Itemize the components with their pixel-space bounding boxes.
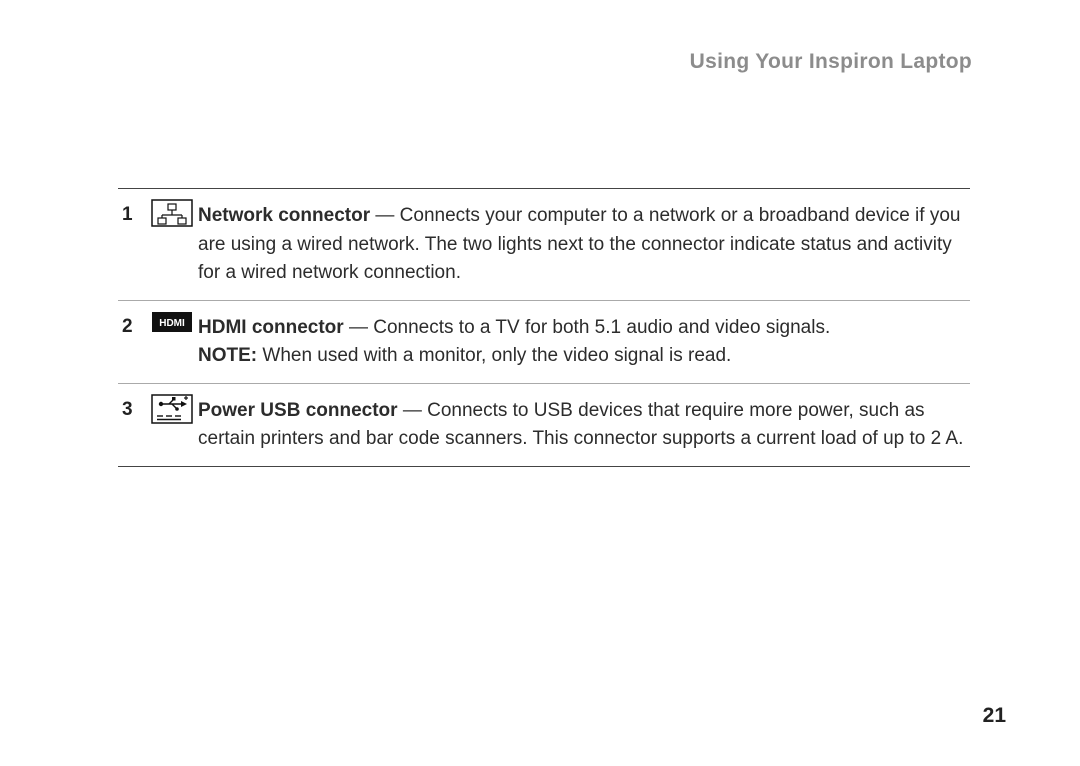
row-number: 3: [122, 394, 146, 454]
table-row: 1 Network connector — Conne: [118, 189, 970, 300]
note-label: NOTE:: [198, 345, 257, 366]
document-page: Using Your Inspiron Laptop 1: [0, 0, 1080, 766]
table-row: 2 HDMI HDMI connector — Connects to a TV…: [118, 300, 970, 383]
network-icon: [151, 199, 193, 227]
connector-title: Network connector: [198, 205, 370, 226]
row-description: Network connector — Connects your comput…: [198, 199, 966, 288]
row-number: 2: [122, 311, 146, 371]
connector-title: Power USB connector: [198, 400, 398, 421]
svg-text:HDMI: HDMI: [159, 318, 185, 329]
row-description: Power USB connector — Connects to USB de…: [198, 394, 966, 454]
connector-body: — Connects to a TV for both 5.1 audio an…: [344, 317, 831, 338]
power-usb-icon: [151, 394, 193, 424]
row-number: 1: [122, 199, 146, 288]
connector-table: 1 Network connector — Conne: [118, 188, 970, 467]
note-body: When used with a monitor, only the video…: [257, 345, 731, 366]
icon-cell: [146, 199, 198, 288]
table-row: 3: [118, 383, 970, 466]
connector-title: HDMI connector: [198, 317, 344, 338]
page-number: 21: [983, 704, 1006, 728]
icon-cell: [146, 394, 198, 454]
row-description: HDMI connector — Connects to a TV for bo…: [198, 311, 966, 371]
section-header: Using Your Inspiron Laptop: [690, 50, 972, 74]
icon-cell: HDMI: [146, 311, 198, 371]
hdmi-icon: HDMI: [151, 311, 193, 333]
